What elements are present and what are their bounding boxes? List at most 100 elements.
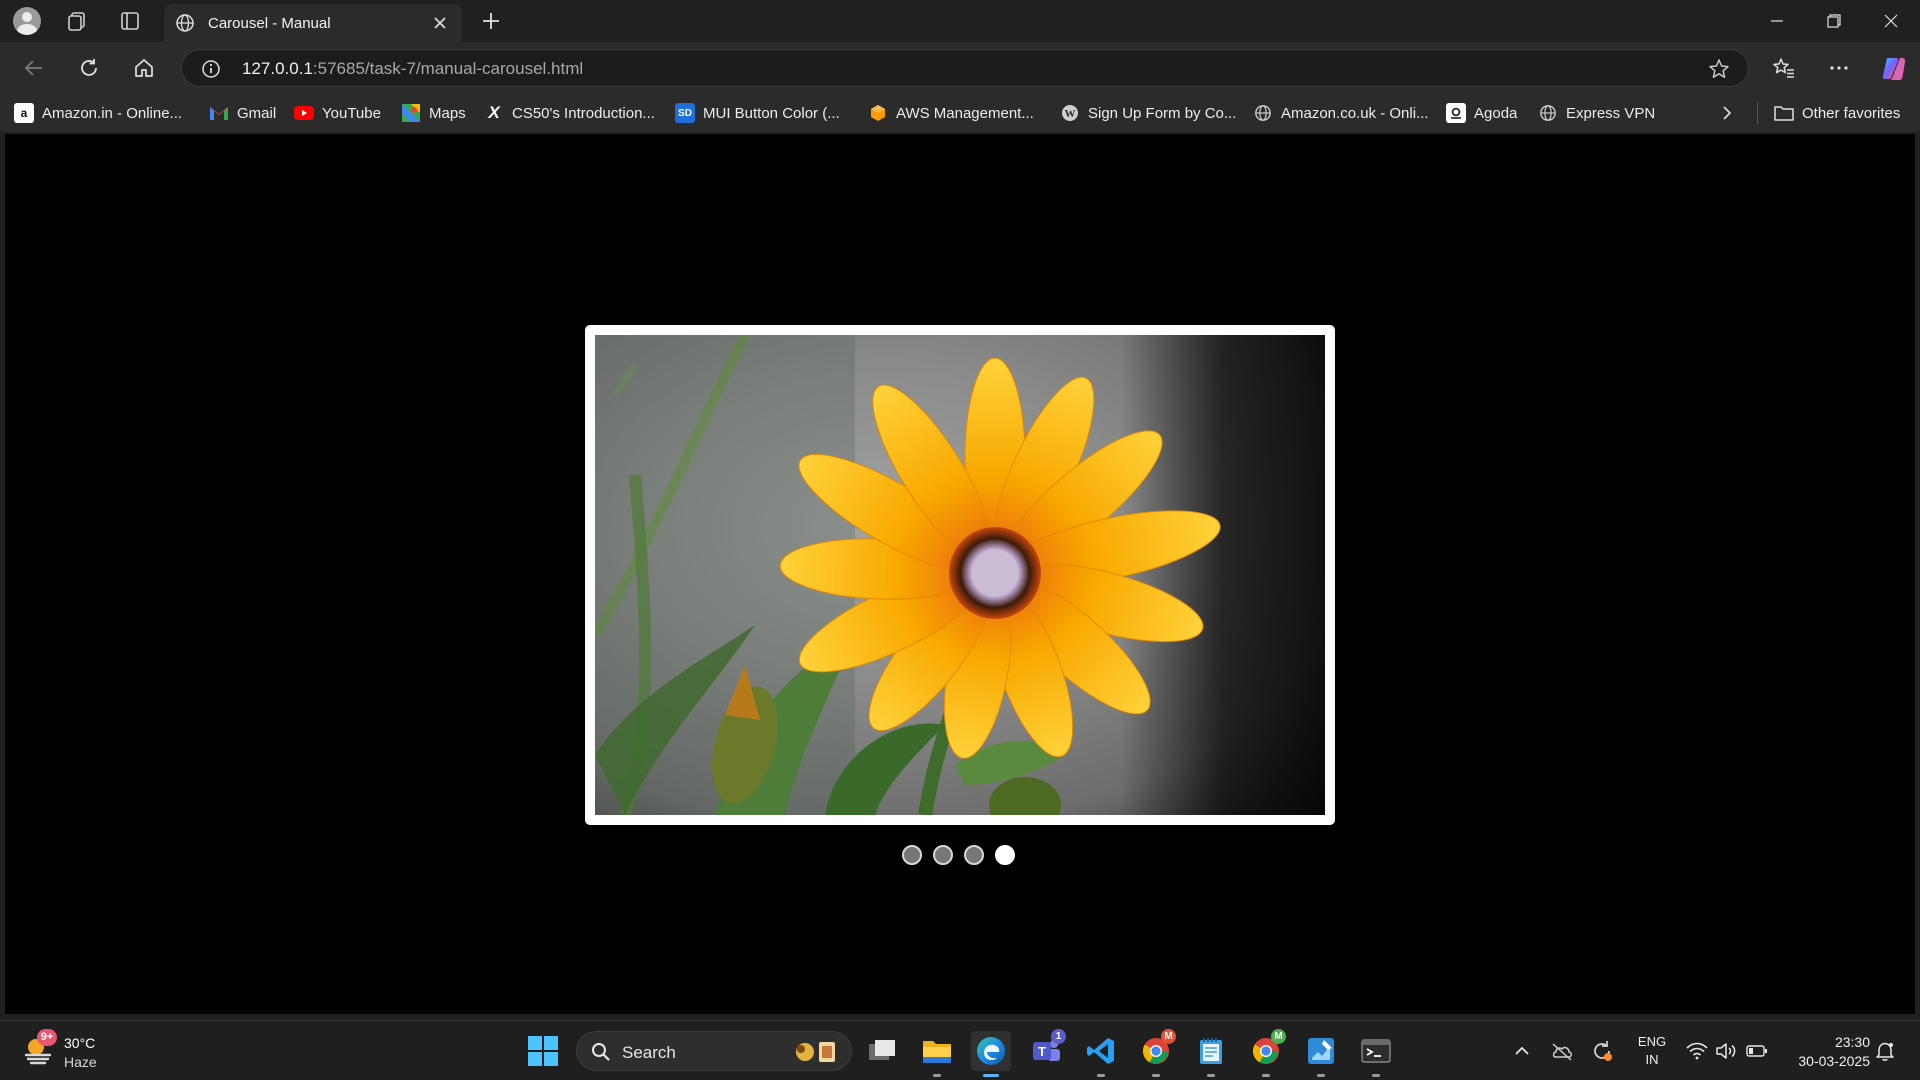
favorite-label: Maps <box>429 104 466 122</box>
close-window-icon[interactable] <box>1862 0 1920 42</box>
favorite-label: AWS Management... <box>896 104 1034 122</box>
taskbar-search-box[interactable]: Search <box>576 1031 852 1071</box>
svg-text:W: W <box>1065 108 1076 120</box>
aws-icon <box>868 103 888 123</box>
volume-icon[interactable] <box>1714 1039 1738 1063</box>
address-bar[interactable]: 127.0.0.1:57685/task-7/manual-carousel.h… <box>181 49 1749 87</box>
favorite-label: Agoda <box>1474 104 1518 122</box>
other-favorites-folder[interactable]: Other favorites <box>1774 100 1900 126</box>
show-hidden-icons-chevron-icon[interactable] <box>1510 1039 1534 1063</box>
maps-icon <box>401 103 421 123</box>
chrome-profile-1-icon[interactable]: M <box>1136 1029 1176 1077</box>
sync-icon[interactable] <box>1590 1039 1614 1063</box>
weather-notification-badge: 9+ <box>37 1029 57 1046</box>
favorite-amazon-in[interactable]: a Amazon.in - Online... <box>14 100 182 126</box>
chrome-profile-2-icon[interactable]: M <box>1246 1029 1286 1077</box>
tab-title: Carousel - Manual <box>208 14 331 32</box>
new-tab-icon[interactable] <box>477 7 505 35</box>
restore-icon[interactable] <box>1805 0 1863 42</box>
home-icon[interactable] <box>128 52 160 84</box>
carousel-slide-image <box>595 335 1325 815</box>
teams-badge: 1 <box>1051 1029 1066 1044</box>
favorites-bar: a Amazon.in - Online... Gmail YouTube Ma… <box>0 94 1920 132</box>
favorite-express-vpn[interactable]: Express VPN <box>1538 100 1655 126</box>
teams-icon[interactable]: T 1 <box>1026 1029 1066 1071</box>
battery-icon[interactable] <box>1745 1039 1769 1063</box>
site-info-icon[interactable] <box>201 59 221 79</box>
address-bar-row: 127.0.0.1:57685/task-7/manual-carousel.h… <box>0 42 1920 94</box>
minimize-icon[interactable] <box>1748 0 1806 42</box>
chrome-profile-1-badge: M <box>1161 1029 1176 1044</box>
globe-icon <box>1538 103 1558 123</box>
url-text[interactable]: 127.0.0.1:57685/task-7/manual-carousel.h… <box>242 59 583 79</box>
notepad-icon[interactable] <box>1191 1031 1231 1077</box>
favorite-mui-button[interactable]: SD MUI Button Color (... <box>675 100 840 126</box>
more-options-icon[interactable] <box>1823 52 1855 84</box>
wifi-icon[interactable] <box>1685 1039 1709 1063</box>
carousel-dot-4[interactable] <box>995 845 1015 865</box>
wordpress-icon: W <box>1060 103 1080 123</box>
weather-temperature: 30°C <box>64 1035 96 1051</box>
windows-start-icon[interactable] <box>526 1034 560 1068</box>
workspaces-icon[interactable] <box>63 7 91 35</box>
favorite-aws[interactable]: AWS Management... <box>868 100 1034 126</box>
input-language-indicator[interactable]: ENG IN <box>1634 1033 1670 1069</box>
favorite-label: Amazon.in - Online... <box>42 104 183 122</box>
favorite-maps[interactable]: Maps <box>401 100 466 126</box>
region-code: IN <box>1645 1052 1659 1067</box>
youtube-icon <box>294 103 314 123</box>
edx-icon: X <box>488 103 500 122</box>
favorite-label: Express VPN <box>1566 104 1656 122</box>
notifications-bell-icon[interactable] <box>1873 1039 1897 1063</box>
tab-carousel-manual[interactable]: Carousel - Manual <box>164 4 462 42</box>
favorite-signup-form[interactable]: W Sign Up Form by Co... <box>1060 100 1236 126</box>
favorite-gmail[interactable]: Gmail <box>209 100 276 126</box>
favorite-label: Amazon.co.uk - Onli... <box>1281 104 1429 122</box>
favorite-agoda[interactable]: Agoda <box>1446 100 1517 126</box>
sd-icon: SD <box>675 103 695 123</box>
terminal-icon[interactable] <box>1356 1031 1396 1077</box>
favorite-label: Sign Up Form by Co... <box>1088 104 1237 122</box>
weather-widget[interactable]: 9+ 30°C Haze <box>22 1029 122 1073</box>
carousel-dot-3[interactable] <box>964 845 984 865</box>
copilot-icon[interactable] <box>1877 52 1909 84</box>
favorites-divider <box>1757 102 1758 124</box>
system-clock[interactable]: 23:30 30-03-2025 <box>1780 1033 1870 1071</box>
favorites-icon[interactable] <box>1768 52 1800 84</box>
other-favorites-label: Other favorites <box>1802 104 1901 122</box>
language-code: ENG <box>1637 1034 1667 1049</box>
globe-icon <box>1253 103 1273 123</box>
profile-avatar-icon[interactable] <box>13 7 41 35</box>
back-arrow-icon[interactable] <box>18 52 50 84</box>
search-highlight-icon <box>791 1039 841 1065</box>
url-path: :57685/task-7/manual-carousel.html <box>312 59 584 78</box>
amazon-icon: a <box>14 103 34 123</box>
carousel-dot-2[interactable] <box>933 845 953 865</box>
gmail-icon <box>209 103 229 123</box>
vscode-icon[interactable] <box>1081 1031 1121 1077</box>
favorite-cs50[interactable]: X CS50's Introduction... <box>484 100 655 126</box>
favorite-label: Gmail <box>237 104 277 122</box>
folder-icon <box>1774 103 1794 123</box>
favorites-overflow-chevron-icon[interactable] <box>1720 100 1734 126</box>
edge-browser-icon[interactable] <box>971 1031 1011 1077</box>
carousel-dot-1[interactable] <box>902 845 922 865</box>
url-host: 127.0.0.1 <box>242 59 313 78</box>
chrome-profile-2-badge: M <box>1271 1029 1286 1044</box>
task-view-icon[interactable] <box>862 1031 902 1071</box>
favorite-label: YouTube <box>322 104 381 122</box>
windows-taskbar: 9+ 30°C Haze Search T 1 M M ENG IN 23:30… <box>0 1020 1920 1080</box>
paint-icon[interactable] <box>1301 1031 1341 1077</box>
favorite-star-icon[interactable] <box>1708 58 1730 80</box>
favorite-amazon-uk[interactable]: Amazon.co.uk - Onli... <box>1253 100 1429 126</box>
agoda-icon <box>1446 103 1466 123</box>
weather-condition: Haze <box>64 1054 97 1070</box>
onedrive-offline-icon[interactable] <box>1550 1039 1574 1063</box>
close-tab-icon[interactable] <box>430 13 450 33</box>
refresh-icon[interactable] <box>73 52 105 84</box>
search-label: Search <box>622 1043 676 1062</box>
file-explorer-icon[interactable] <box>917 1031 957 1077</box>
flower-image <box>595 335 1325 815</box>
tab-actions-icon[interactable] <box>116 7 144 35</box>
favorite-youtube[interactable]: YouTube <box>294 100 381 126</box>
